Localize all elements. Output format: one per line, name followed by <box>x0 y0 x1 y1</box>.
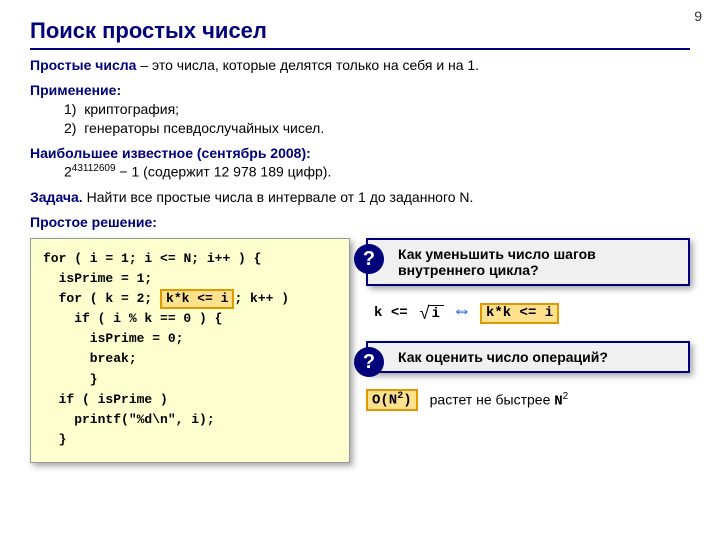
question-mark-icon: ? <box>354 244 384 274</box>
question-box-2: ? Как оценить число операций? <box>366 341 690 373</box>
complexity-row: O(N2) растет не быстрее N2 <box>366 389 690 411</box>
intro-text: – это числа, которые делятся только на с… <box>136 57 479 73</box>
code-block: for ( i = 1; i <= N; i++ ) { isPrime = 1… <box>30 238 350 463</box>
largest-label: Наибольшее известное (сентябрь 2008): <box>30 144 690 163</box>
code-highlight: k*k <= i <box>160 289 234 309</box>
intro-line: Простые числа – это числа, которые делят… <box>30 56 690 75</box>
page-number: 9 <box>694 8 702 24</box>
applications-item-2: 2) генераторы псевдослучайных чисел. <box>64 119 690 138</box>
largest-value: 243112609 − 1 (содержит 12 978 189 цифр)… <box>64 162 690 182</box>
task-label: Задача. <box>30 189 83 205</box>
double-arrow-icon: ⇔ <box>456 302 468 325</box>
applications-label: Применение: <box>30 81 690 100</box>
question-1-text: Как уменьшить число шагов внутреннего ци… <box>398 246 596 278</box>
question-mark-icon: ? <box>354 347 384 377</box>
largest-block: Наибольшее известное (сентябрь 2008): 24… <box>30 144 690 182</box>
page-title: Поиск простых чисел <box>30 18 690 50</box>
formula-row: k <= √ i ⇔ k*k <= i <box>374 302 690 325</box>
task-text: Найти все простые числа в интервале от 1… <box>83 189 474 205</box>
applications-block: Применение: 1) криптография; 2) генерато… <box>30 81 690 138</box>
simple-solution-label: Простое решение: <box>30 213 690 232</box>
formula-box: k*k <= i <box>480 303 559 324</box>
formula-lhs: k <= <box>374 305 408 321</box>
intro-label: Простые числа <box>30 57 136 73</box>
question-2-text: Как оценить число операций? <box>398 349 608 365</box>
question-box-1: ? Как уменьшить число шагов внутреннего … <box>366 238 690 286</box>
task-line: Задача. Найти все простые числа в интерв… <box>30 188 690 207</box>
big-o-box: O(N2) <box>366 389 418 411</box>
growth-text: растет не быстрее N2 <box>430 391 569 410</box>
sqrt-expression: √ i <box>420 303 444 324</box>
applications-item-1: 1) криптография; <box>64 100 690 119</box>
